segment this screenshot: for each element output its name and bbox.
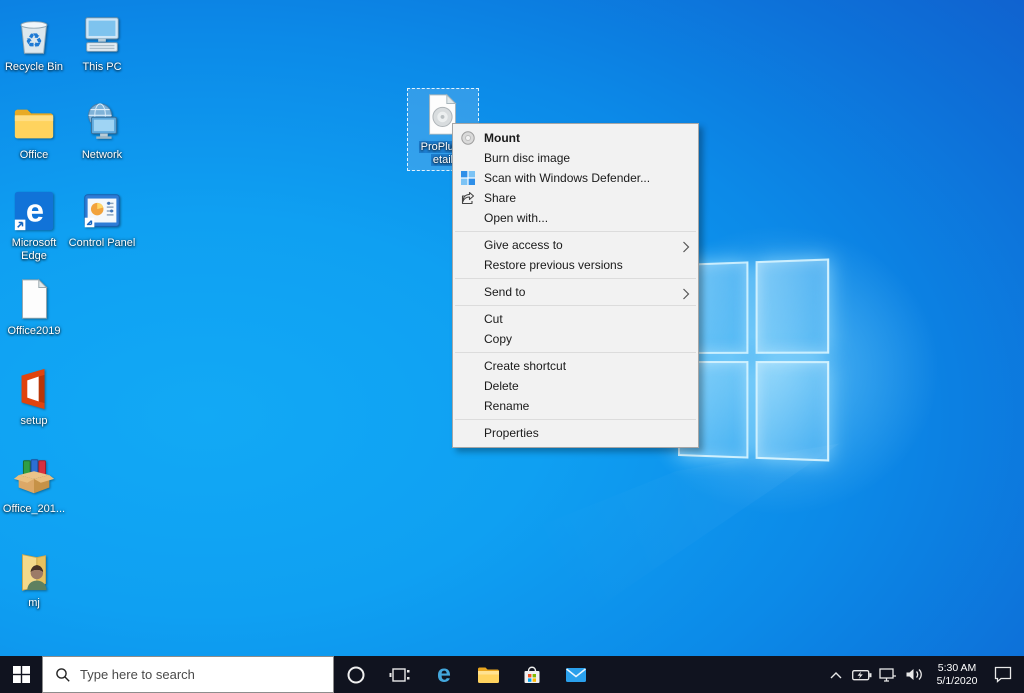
task-view-icon — [389, 665, 411, 685]
edge-tile-icon: e — [11, 188, 57, 234]
battery-status-button[interactable] — [851, 656, 872, 693]
speaker-icon — [905, 667, 923, 682]
edge-taskbar-button[interactable]: e — [422, 656, 466, 693]
network-status-button[interactable] — [877, 656, 898, 693]
user-folder-icon — [11, 548, 57, 594]
network-icon — [879, 668, 897, 682]
desktop-icon-setup[interactable]: setup — [0, 366, 68, 428]
taskbar-search[interactable] — [42, 656, 334, 693]
menu-item-open-with[interactable]: Open with... — [453, 208, 698, 228]
menu-item-rename[interactable]: Rename — [453, 396, 698, 416]
menu-separator — [455, 305, 696, 306]
desktop-icon-mj[interactable]: mj — [0, 548, 68, 610]
network-globe-icon — [79, 100, 125, 146]
desktop-icon-network[interactable]: Network — [68, 100, 136, 162]
icon-label: Microsoft Edge — [0, 237, 68, 262]
menu-separator — [455, 419, 696, 420]
windows-start-icon — [13, 666, 30, 683]
tray-time: 5:30 AM — [929, 662, 985, 675]
edge-icon: e — [437, 662, 451, 687]
folder-icon — [11, 100, 57, 146]
desktop-icon-this-pc[interactable]: This PC — [68, 12, 136, 74]
submenu-arrow-icon — [682, 286, 690, 306]
icon-label: Office_201... — [0, 503, 68, 516]
computer-icon — [79, 12, 125, 58]
volume-button[interactable] — [903, 656, 924, 693]
icon-label: This PC — [68, 61, 136, 74]
menu-separator — [455, 278, 696, 279]
icon-label: Office2019 — [0, 325, 68, 338]
menu-item-cut[interactable]: Cut — [453, 309, 698, 329]
menu-item-mount[interactable]: Mount — [453, 128, 698, 148]
menu-item-scan-with-windows-defender[interactable]: Scan with Windows Defender... — [453, 168, 698, 188]
file-explorer-icon — [477, 665, 500, 685]
start-button[interactable] — [0, 656, 42, 693]
taskbar-clock[interactable]: 5:30 AM 5/1/2020 — [929, 662, 985, 687]
desktop-icon-office-201[interactable]: Office_201... — [0, 454, 68, 516]
microsoft-store-button[interactable] — [510, 656, 554, 693]
mail-button[interactable] — [554, 656, 598, 693]
menu-separator — [455, 231, 696, 232]
taskbar: e — [0, 656, 1024, 693]
icon-label: Recycle Bin — [0, 61, 68, 74]
windows-wallpaper-logo-icon — [678, 258, 829, 461]
icon-label: Office — [0, 149, 68, 162]
hidden-icons-chevron-button[interactable] — [825, 656, 846, 693]
svg-text:e: e — [26, 193, 44, 229]
cortana-icon — [346, 665, 366, 685]
menu-separator — [455, 352, 696, 353]
menu-item-copy[interactable]: Copy — [453, 329, 698, 349]
context-menu: Mount Burn disc image Scan with Windows … — [452, 123, 699, 448]
disc-icon — [461, 131, 475, 145]
recycle-bin-icon: ♻ — [11, 12, 57, 58]
search-icon — [55, 667, 71, 683]
windows-desktop: ♻ Recycle Bin Office e Microsoft Edge Of… — [0, 0, 1024, 693]
battery-charging-icon — [852, 669, 872, 681]
menu-item-send-to[interactable]: Send to — [453, 282, 698, 302]
task-view-button[interactable] — [378, 656, 422, 693]
desktop-icon-office2019[interactable]: Office2019 — [0, 276, 68, 338]
document-icon — [11, 276, 57, 322]
svg-text:♻: ♻ — [25, 30, 43, 52]
menu-item-properties[interactable]: Properties — [453, 423, 698, 443]
chevron-up-icon — [830, 671, 842, 679]
desktop-icon-control-panel[interactable]: Control Panel — [68, 188, 136, 250]
file-explorer-button[interactable] — [466, 656, 510, 693]
icon-label: Control Panel — [68, 237, 136, 250]
windows-defender-icon — [461, 171, 475, 185]
cortana-button[interactable] — [334, 656, 378, 693]
menu-item-give-access-to[interactable]: Give access to — [453, 235, 698, 255]
action-center-icon — [994, 666, 1012, 683]
menu-item-create-shortcut[interactable]: Create shortcut — [453, 356, 698, 376]
menu-item-share[interactable]: Share — [453, 188, 698, 208]
icon-label: setup — [0, 415, 68, 428]
box-with-books-icon — [11, 454, 57, 500]
search-input[interactable] — [80, 667, 300, 682]
menu-item-delete[interactable]: Delete — [453, 376, 698, 396]
icon-label: Network — [68, 149, 136, 162]
desktop-icon-recycle-bin[interactable]: ♻ Recycle Bin — [0, 12, 68, 74]
office-setup-icon — [11, 366, 57, 412]
control-panel-icon — [79, 188, 125, 234]
action-center-button[interactable] — [990, 656, 1016, 693]
menu-item-burn-disc-image[interactable]: Burn disc image — [453, 148, 698, 168]
system-tray: 5:30 AM 5/1/2020 — [825, 656, 1024, 693]
mail-icon — [565, 666, 587, 684]
tray-date: 5/1/2020 — [929, 675, 985, 688]
menu-item-restore-previous-versions[interactable]: Restore previous versions — [453, 255, 698, 275]
desktop-icon-office[interactable]: Office — [0, 100, 68, 162]
desktop-icon-microsoft-edge[interactable]: e Microsoft Edge — [0, 188, 68, 262]
share-icon — [461, 191, 475, 205]
store-icon — [522, 664, 542, 685]
icon-label: mj — [0, 597, 68, 610]
